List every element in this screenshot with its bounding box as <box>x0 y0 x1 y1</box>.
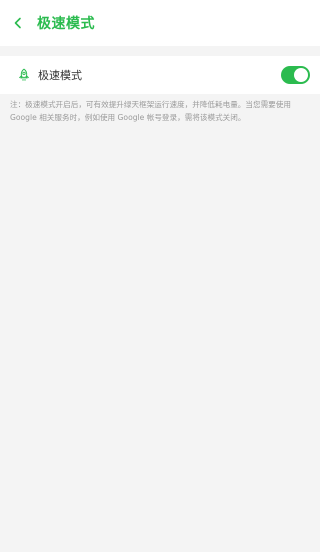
top-bar: 极速模式 <box>0 0 320 46</box>
toggle-knob <box>294 68 308 82</box>
back-button[interactable] <box>0 0 36 46</box>
speed-mode-label: 极速模式 <box>38 69 82 82</box>
rocket-icon <box>16 67 32 83</box>
speed-mode-toggle[interactable] <box>281 66 310 84</box>
chevron-left-icon <box>13 14 23 33</box>
speed-mode-row[interactable]: 极速模式 <box>0 56 320 94</box>
speed-mode-note: 注：极速模式开启后，可有效提升绿天框架运行速度，并降低耗电量。当您需要使用 Go… <box>10 100 291 122</box>
page-title: 极速模式 <box>37 16 95 32</box>
